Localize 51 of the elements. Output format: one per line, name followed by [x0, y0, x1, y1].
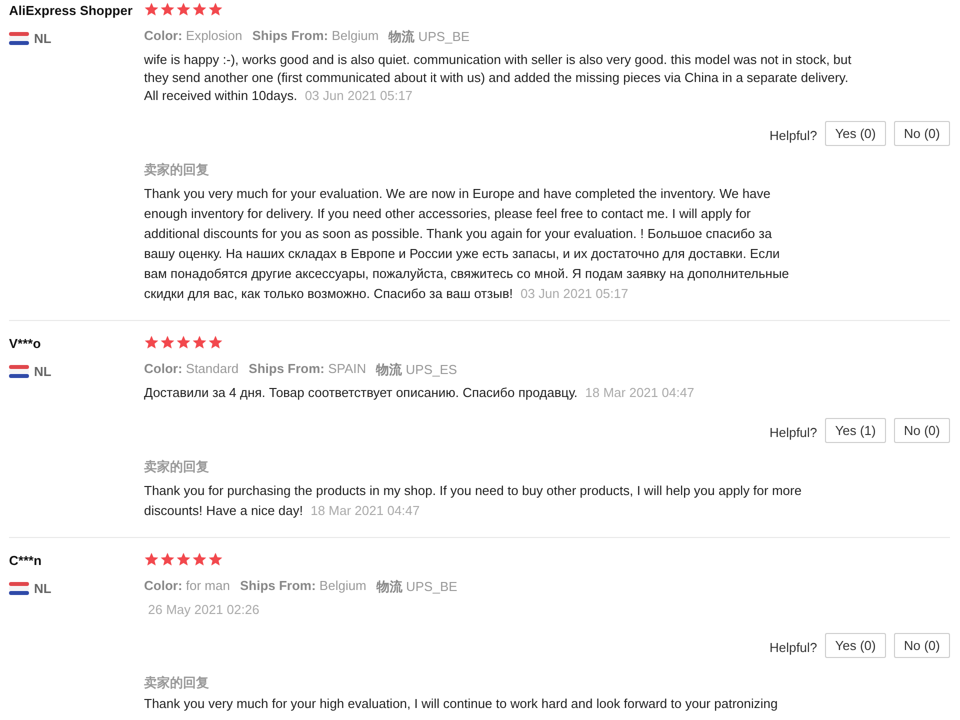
star-icon — [176, 552, 191, 567]
reply-text: Thank you very much for your high evaluation, I will continue to work hard and look forward to your patronizing — [143, 695, 779, 713]
star-icon — [144, 335, 159, 350]
attribute-text: 物流 UPS_BE — [388, 28, 470, 46]
star-icon — [160, 2, 175, 17]
attribute-text: Ships From: Belgium — [240, 578, 366, 595]
helpful-label: Helpful? — [769, 425, 818, 440]
flag-icon — [9, 32, 29, 45]
helpful-label: Helpful? — [769, 128, 818, 143]
star-icon — [208, 335, 223, 350]
reply-label: 卖家的回复 — [143, 161, 210, 179]
yes-button[interactable]: Yes (0) — [825, 121, 886, 146]
star-icon — [192, 335, 207, 350]
flag-icon — [9, 582, 29, 595]
review-text: Доставили за 4 дня. Товар соответствует описанию. Спасибо продавцу. 18 Mar 2021 04:47 — [143, 384, 696, 402]
no-button[interactable]: No (0) — [894, 633, 950, 658]
flag-icon — [9, 365, 29, 378]
star-icon — [160, 335, 175, 350]
star-icon — [176, 335, 191, 350]
attribute-text: Ships From: SPAIN — [248, 361, 366, 378]
attribute-text: Ships From: Belgium — [252, 28, 379, 45]
reviewer-name: AliExpress Shopper — [9, 3, 133, 18]
star-icon — [144, 552, 159, 567]
helpful-label: Helpful? — [769, 640, 818, 655]
country-code: NL — [34, 581, 52, 596]
reply-text: Thank you for purchasing the products in my shop. If you need to buy other products, I will help you apply for more discounts! Have a nice day! 18 Mar 2021 04:47 — [143, 482, 803, 520]
star-icon — [192, 552, 207, 567]
star-icon — [160, 552, 175, 567]
no-button[interactable]: No (0) — [894, 121, 950, 146]
review-date: 26 May 2021 02:26 — [148, 602, 260, 617]
attribute-text: 物流 UPS_ES — [376, 361, 458, 379]
country-code: NL — [34, 31, 52, 46]
reply-text: Thank you very much for your evaluation. We are now in Europe and have completed the inventory. We have enough inventory for delivery. If you need other accessories, please feel free to contact me. I will apply for additional discounts for you as soon as possible. Thank you again for your evaluation. ! Большое спасибо за вашу оценку. На наших складах в Европе и России уже есть запасы, и их достаточно для доставки. Если вам понадобятся другие аксессуары, пожалуйста, свяжитесь со мной. Я подам заявку на дополнительные скидки для вас, как только возможно. Спасибо за ваш отзыв! 03 Jun 2021 05:17 — [143, 185, 790, 303]
star-icon — [144, 2, 159, 17]
reply-label: 卖家的回复 — [143, 674, 210, 692]
reply-label: 卖家的回复 — [143, 458, 210, 476]
attribute-text: Color: Standard — [144, 361, 239, 378]
reviewer-name: C***n — [9, 553, 42, 568]
reviewer-name: V***o — [9, 336, 41, 351]
review-text: wife is happy :-), works good and is also quiet. communication with seller is also very good. this model was not in stock, but they send another one (first communicated about it with us) and added the missing pieces via China in a separate delivery. All received within 10days. 03 Jun 2021 05:17 — [143, 51, 852, 105]
attribute-text: Color: for man — [144, 578, 230, 595]
country-code: NL — [34, 364, 52, 379]
star-icon — [176, 2, 191, 17]
no-button[interactable]: No (0) — [894, 418, 950, 443]
attribute-text: 物流 UPS_BE — [376, 578, 458, 596]
star-icon — [192, 2, 207, 17]
yes-button[interactable]: Yes (0) — [825, 633, 886, 658]
star-icon — [208, 552, 223, 567]
yes-button[interactable]: Yes (1) — [825, 418, 886, 443]
attribute-text: Color: Explosion — [144, 28, 242, 45]
star-icon — [208, 2, 223, 17]
